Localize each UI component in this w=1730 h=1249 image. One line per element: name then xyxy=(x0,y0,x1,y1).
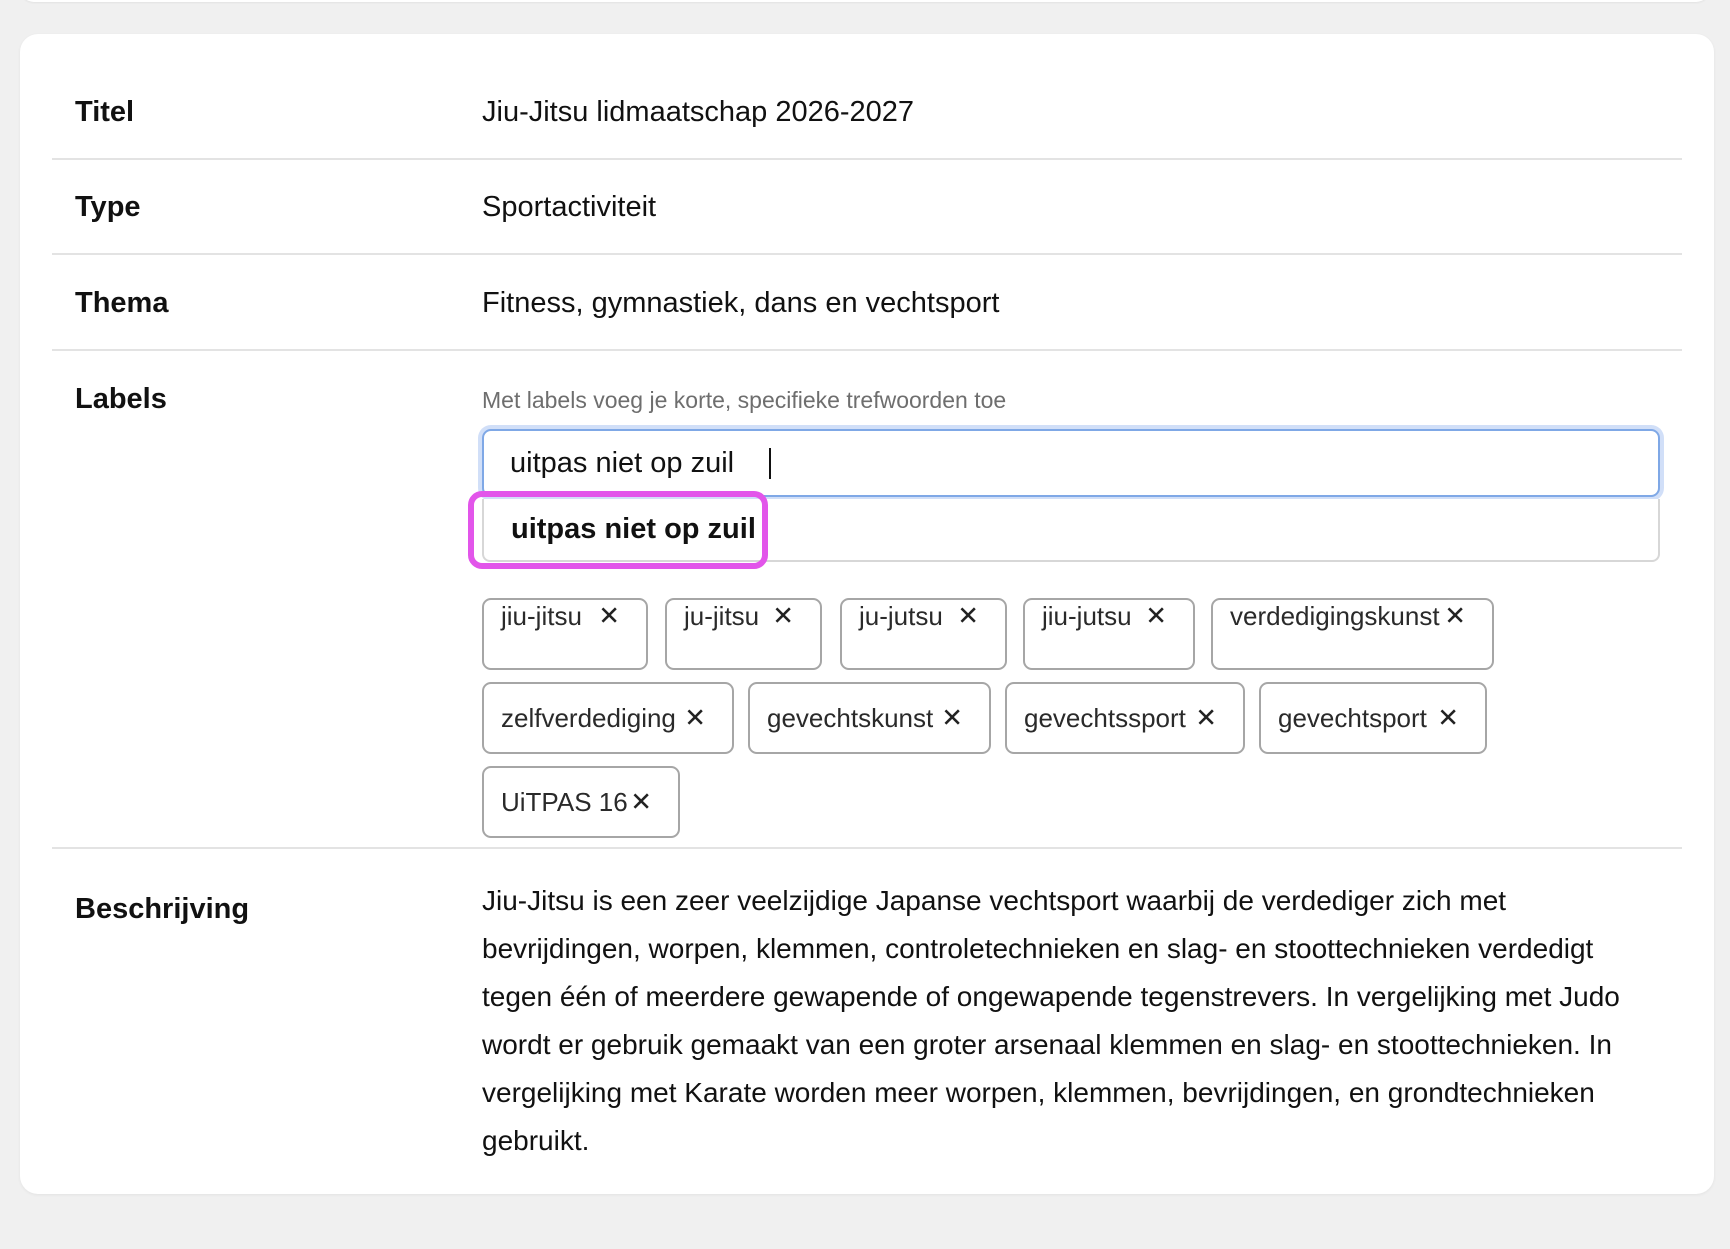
theme-label: Thema xyxy=(75,287,169,319)
remove-tag-icon[interactable]: ✕ xyxy=(1195,703,1217,734)
suggestion-option[interactable]: uitpas niet op zuil xyxy=(511,513,756,546)
tag-item: zelfverdediging ✕ xyxy=(482,682,734,754)
remove-tag-icon[interactable]: ✕ xyxy=(772,601,794,632)
row-description: Beschrijving Jiu-Jitsu is een zeer veelz… xyxy=(52,849,1682,1249)
text-caret xyxy=(769,448,771,479)
remove-tag-icon[interactable]: ✕ xyxy=(1145,601,1167,632)
tag-text: gevechtsport xyxy=(1278,702,1427,733)
labels-hint: Met labels voeg je korte, specifieke tre… xyxy=(482,387,1007,413)
previous-card-edge xyxy=(20,0,1710,2)
row-labels: Labels Met labels voeg je korte, specifi… xyxy=(52,351,1682,849)
tag-text: UiTPAS 16 xyxy=(501,786,628,817)
remove-tag-icon[interactable]: ✕ xyxy=(941,703,963,734)
tag-item: gevechtsport ✕ xyxy=(1259,682,1487,754)
details-card: Titel Jiu-Jitsu lidmaatschap 2026-2027 T… xyxy=(20,34,1714,1194)
tag-item: jiu-jitsu ✕ xyxy=(482,598,648,670)
tag-text: gevechtssport xyxy=(1024,702,1186,733)
tag-item: ju-jutsu ✕ xyxy=(840,598,1007,670)
tag-text: verdedigingskunst xyxy=(1230,600,1440,631)
theme-value: Fitness, gymnastiek, dans en vechtsport xyxy=(482,287,1000,319)
tag-item: gevechtssport ✕ xyxy=(1005,682,1245,754)
title-value: Jiu-Jitsu lidmaatschap 2026-2027 xyxy=(482,96,915,128)
tag-item: gevechtskunst ✕ xyxy=(748,682,991,754)
description-text: Jiu-Jitsu is een zeer veelzijdige Japans… xyxy=(482,885,1620,1156)
row-theme: Thema Fitness, gymnastiek, dans en vecht… xyxy=(52,255,1682,351)
tag-text: zelfverdediging xyxy=(501,702,676,733)
labels-input[interactable] xyxy=(482,429,1660,497)
remove-tag-icon[interactable]: ✕ xyxy=(598,601,620,632)
remove-tag-icon[interactable]: ✕ xyxy=(1437,703,1459,734)
tag-text: ju-jutsu xyxy=(859,600,943,631)
tag-text: jiu-jitsu xyxy=(501,600,582,631)
tag-item: UiTPAS 16 ✕ xyxy=(482,766,680,838)
type-label: Type xyxy=(75,191,141,223)
remove-tag-icon[interactable]: ✕ xyxy=(630,787,652,818)
suggestion-dropdown: uitpas niet op zuil xyxy=(482,499,1660,562)
tag-text: ju-jitsu xyxy=(684,600,760,631)
tag-item: jiu-jutsu ✕ xyxy=(1023,598,1195,670)
description-label: Beschrijving xyxy=(75,893,250,925)
remove-tag-icon[interactable]: ✕ xyxy=(684,703,706,734)
remove-tag-icon[interactable]: ✕ xyxy=(957,601,979,632)
tag-item: verdedigingskunst ✕ xyxy=(1211,598,1494,670)
row-type: Type Sportactiviteit xyxy=(52,160,1682,255)
row-title: Titel Jiu-Jitsu lidmaatschap 2026-2027 xyxy=(52,34,1682,160)
tag-text: jiu-jutsu xyxy=(1042,600,1132,631)
labels-label: Labels xyxy=(75,383,167,415)
type-value: Sportactiviteit xyxy=(482,191,657,223)
tag-text: gevechtskunst xyxy=(767,702,934,733)
tag-item: ju-jitsu ✕ xyxy=(665,598,822,670)
remove-tag-icon[interactable]: ✕ xyxy=(1444,601,1466,632)
title-label: Titel xyxy=(75,96,135,128)
